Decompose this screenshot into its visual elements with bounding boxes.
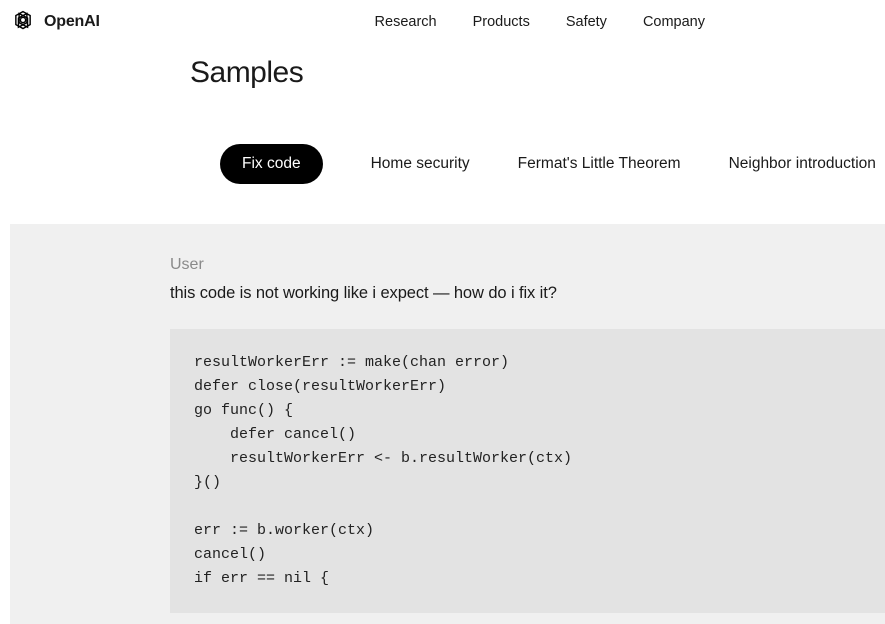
brand-name: OpenAI	[44, 13, 100, 31]
nav-company[interactable]: Company	[643, 14, 705, 30]
tab-fermats-little-theorem[interactable]: Fermat's Little Theorem	[518, 155, 681, 173]
tab-home-security[interactable]: Home security	[371, 155, 470, 173]
nav-safety[interactable]: Safety	[566, 14, 607, 30]
tab-neighbor-introduction[interactable]: Neighbor introduction	[729, 155, 876, 173]
nav-products[interactable]: Products	[473, 14, 530, 30]
primary-nav: Research Products Safety Company	[375, 14, 705, 30]
code-block: resultWorkerErr := make(chan error) defe…	[170, 329, 885, 613]
openai-logo-icon	[10, 9, 36, 35]
nav-research[interactable]: Research	[375, 14, 437, 30]
brand[interactable]: OpenAI	[10, 9, 100, 35]
user-prompt: this code is not working like i expect —…	[170, 284, 885, 303]
role-label: User	[170, 256, 885, 274]
site-header: OpenAI Research Products Safety Company	[0, 0, 885, 44]
page-title: Samples	[190, 56, 885, 90]
tab-fix-code[interactable]: Fix code	[220, 144, 323, 184]
sample-tabs: Fix code Home security Fermat's Little T…	[0, 144, 885, 184]
sample-panel: User this code is not working like i exp…	[10, 224, 885, 624]
